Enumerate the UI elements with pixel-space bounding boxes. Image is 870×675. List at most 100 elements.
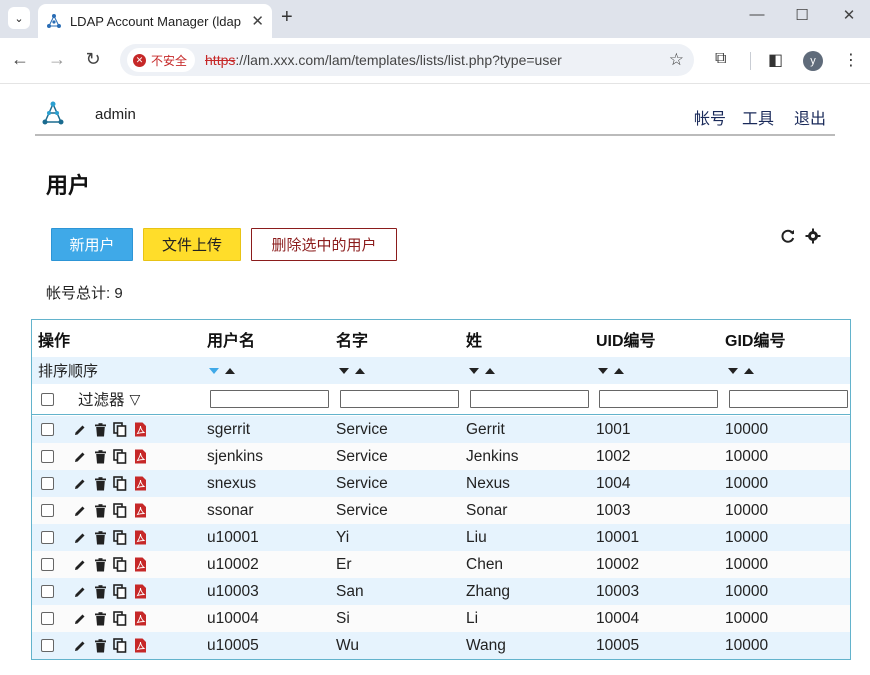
copy-icon[interactable] xyxy=(112,530,128,546)
delete-trash-icon[interactable] xyxy=(92,449,108,465)
table-row[interactable]: u10004 Si Li 10004 10000 xyxy=(32,605,850,632)
settings-gear-icon[interactable] xyxy=(805,228,821,249)
lam-logo-icon[interactable] xyxy=(40,101,66,127)
table-row[interactable]: sjenkins Service Jenkins 1002 10000 xyxy=(32,443,850,470)
delete-selected-button[interactable]: 删除选中的用户 xyxy=(251,228,397,261)
copy-icon[interactable] xyxy=(112,449,128,465)
profile-avatar[interactable]: y xyxy=(803,51,823,71)
refresh-icon[interactable] xyxy=(780,228,796,249)
sort-asc-icon[interactable] xyxy=(485,367,495,374)
table-row[interactable]: snexus Service Nexus 1004 10000 xyxy=(32,470,850,497)
browser-tab[interactable]: LDAP Account Manager (ldap ✕ xyxy=(38,4,272,38)
sort-desc-icon[interactable] xyxy=(598,367,608,374)
pdf-export-icon[interactable] xyxy=(132,530,148,546)
nav-accounts-link[interactable]: 帐号 xyxy=(694,105,726,129)
delete-trash-icon[interactable] xyxy=(92,584,108,600)
edit-pencil-icon[interactable] xyxy=(72,503,88,519)
copy-icon[interactable] xyxy=(112,584,128,600)
cell-username[interactable]: snexus xyxy=(207,470,256,497)
pdf-export-icon[interactable] xyxy=(132,611,148,627)
tab-search-icon[interactable]: ⌄ xyxy=(8,7,30,29)
edit-pencil-icon[interactable] xyxy=(72,557,88,573)
sort-asc-icon[interactable] xyxy=(614,367,624,374)
extensions-icon[interactable]: ⧉ xyxy=(715,50,726,68)
back-icon[interactable]: ← xyxy=(8,49,32,70)
sort-asc-icon[interactable] xyxy=(225,367,235,374)
copy-icon[interactable] xyxy=(112,638,128,654)
cell-username[interactable]: u10002 xyxy=(207,551,259,578)
pdf-export-icon[interactable] xyxy=(132,638,148,654)
new-user-button[interactable]: 新用户 xyxy=(51,228,133,261)
edit-pencil-icon[interactable] xyxy=(72,530,88,546)
table-row[interactable]: u10001 Yi Liu 10001 10000 xyxy=(32,524,850,551)
row-checkbox[interactable] xyxy=(41,531,54,544)
table-row[interactable]: u10005 Wu Wang 10005 10000 xyxy=(32,632,850,659)
filter-gid-input[interactable] xyxy=(729,390,848,408)
table-row[interactable]: u10002 Er Chen 10002 10000 xyxy=(32,551,850,578)
tab-close-icon[interactable]: ✕ xyxy=(251,12,264,30)
nav-logout-link[interactable]: 退出 xyxy=(794,105,826,129)
row-checkbox[interactable] xyxy=(41,504,54,517)
pdf-export-icon[interactable] xyxy=(132,584,148,600)
window-close-icon[interactable]: ✕ xyxy=(834,6,864,24)
delete-trash-icon[interactable] xyxy=(92,530,108,546)
file-upload-button[interactable]: 文件上传 xyxy=(143,228,241,261)
pdf-export-icon[interactable] xyxy=(132,422,148,438)
address-bar[interactable]: ✕ 不安全 https://lam.xxx.com/lam/templates/… xyxy=(120,44,694,76)
edit-pencil-icon[interactable] xyxy=(72,584,88,600)
edit-pencil-icon[interactable] xyxy=(72,611,88,627)
sort-desc-icon[interactable] xyxy=(339,367,349,374)
new-tab-icon[interactable]: + xyxy=(281,6,293,29)
table-row[interactable]: u10003 San Zhang 10003 10000 xyxy=(32,578,850,605)
security-chip[interactable]: ✕ 不安全 xyxy=(127,48,196,72)
edit-pencil-icon[interactable] xyxy=(72,476,88,492)
sort-desc-icon[interactable] xyxy=(728,367,738,374)
pdf-export-icon[interactable] xyxy=(132,476,148,492)
forward-icon[interactable]: → xyxy=(45,49,69,70)
filter-button[interactable]: 过滤器 ▽ xyxy=(78,384,140,414)
edit-pencil-icon[interactable] xyxy=(72,449,88,465)
edit-pencil-icon[interactable] xyxy=(72,638,88,654)
pdf-export-icon[interactable] xyxy=(132,557,148,573)
sort-asc-icon[interactable] xyxy=(744,367,754,374)
url-text[interactable]: https://lam.xxx.com/lam/templates/lists/… xyxy=(205,52,562,68)
row-checkbox[interactable] xyxy=(41,585,54,598)
delete-trash-icon[interactable] xyxy=(92,638,108,654)
cell-username[interactable]: u10001 xyxy=(207,524,259,551)
copy-icon[interactable] xyxy=(112,422,128,438)
delete-trash-icon[interactable] xyxy=(92,557,108,573)
copy-icon[interactable] xyxy=(112,503,128,519)
maximize-icon[interactable]: ☐ xyxy=(787,6,817,24)
delete-trash-icon[interactable] xyxy=(92,422,108,438)
pdf-export-icon[interactable] xyxy=(132,449,148,465)
filter-uid-input[interactable] xyxy=(599,390,718,408)
bookmark-star-icon[interactable]: ☆ xyxy=(669,50,684,70)
filter-firstname-input[interactable] xyxy=(340,390,459,408)
table-row[interactable]: sgerrit Service Gerrit 1001 10000 xyxy=(32,416,850,443)
cell-username[interactable]: sjenkins xyxy=(207,443,263,470)
copy-icon[interactable] xyxy=(112,611,128,627)
row-checkbox[interactable] xyxy=(41,423,54,436)
select-all-checkbox[interactable] xyxy=(41,392,54,406)
sort-desc-icon[interactable] xyxy=(469,367,479,374)
pdf-export-icon[interactable] xyxy=(132,503,148,519)
row-checkbox[interactable] xyxy=(41,450,54,463)
delete-trash-icon[interactable] xyxy=(92,611,108,627)
row-checkbox[interactable] xyxy=(41,639,54,652)
filter-lastname-input[interactable] xyxy=(470,390,589,408)
cell-username[interactable]: u10005 xyxy=(207,632,259,659)
minimize-icon[interactable]: — xyxy=(742,6,772,23)
nav-tools-link[interactable]: 工具 xyxy=(742,105,774,129)
cell-username[interactable]: u10003 xyxy=(207,578,259,605)
cell-username[interactable]: ssonar xyxy=(207,497,254,524)
table-row[interactable]: ssonar Service Sonar 1003 10000 xyxy=(32,497,850,524)
copy-icon[interactable] xyxy=(112,557,128,573)
delete-trash-icon[interactable] xyxy=(92,503,108,519)
sort-asc-icon[interactable] xyxy=(355,367,365,374)
edit-pencil-icon[interactable] xyxy=(72,422,88,438)
copy-icon[interactable] xyxy=(112,476,128,492)
row-checkbox[interactable] xyxy=(41,477,54,490)
side-panel-icon[interactable]: ◧ xyxy=(768,50,783,70)
sort-desc-icon[interactable] xyxy=(209,367,219,374)
filter-username-input[interactable] xyxy=(210,390,329,408)
